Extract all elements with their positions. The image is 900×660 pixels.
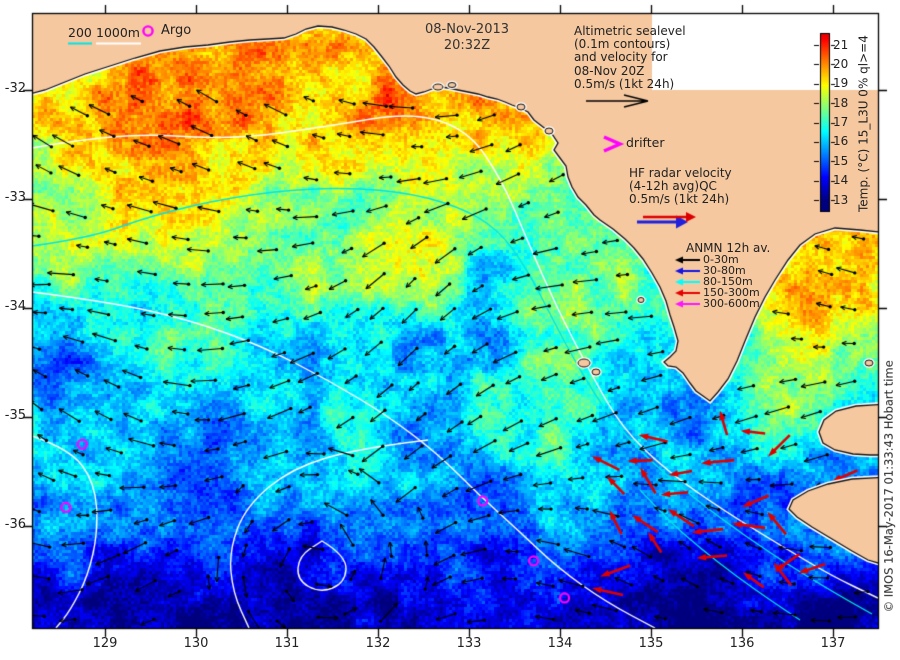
date-label: 08-Nov-2013 — [424, 22, 510, 37]
x-tick-label: 133 — [456, 636, 482, 651]
argo-label: Argo — [161, 23, 192, 38]
y-tick-label: -35 — [4, 408, 26, 423]
attribution-label: © IMOS 16-May-2017 01:33:43 Hobart time — [881, 360, 896, 613]
imos-sst-map-figure: 200 1000m Argo 08-Nov-2013 20:32Z Altime… — [0, 0, 900, 660]
colorbar-tick-label: 19 — [833, 76, 849, 91]
x-tick-label: 137 — [820, 636, 846, 651]
colorbar-tick-label: 13 — [833, 192, 849, 207]
x-tick-label: 136 — [729, 636, 755, 651]
colorbar-title: Temp. (°C) 15_L3U 0% ql>=4 — [856, 35, 871, 213]
map-canvas — [0, 0, 900, 660]
altimetric-line: 08-Nov 20Z — [574, 63, 645, 78]
colorbar-tick-label: 21 — [833, 37, 849, 52]
hf-radar-line: 0.5m/s (1kt 24h) — [629, 192, 730, 207]
altimetric-line: 0.5m/s (1kt 24h) — [574, 76, 675, 91]
x-tick-label: 134 — [547, 636, 573, 651]
hf-radar-annotation: HF radar velocity (4-12h avg)QC 0.5m/s (1k… — [629, 166, 732, 207]
drifter-label: drifter — [626, 135, 665, 150]
y-tick-label: -33 — [4, 190, 26, 205]
altimetric-annotation: Altimetric sealevel (0.1m contours) and ve… — [574, 24, 686, 91]
y-tick-label: -34 — [4, 299, 26, 314]
x-tick-label: 130 — [183, 636, 209, 651]
colorbar-tick-label: 16 — [833, 134, 849, 149]
colorbar-tick-label: 18 — [833, 95, 849, 110]
depth-1000-label: 1000m — [96, 25, 140, 40]
colorbar-tick-label: 15 — [833, 153, 849, 168]
time-label: 20:32Z — [443, 38, 491, 53]
colorbar-tick-label: 20 — [833, 56, 849, 71]
x-tick-label: 129 — [92, 636, 118, 651]
y-tick-label: -36 — [4, 517, 26, 532]
colorbar-tick-label: 17 — [833, 115, 849, 129]
colorbar-tick-label: 14 — [833, 173, 849, 188]
anmn-entry-label: 300-600m — [703, 297, 760, 310]
depth-200-label: 200 — [68, 25, 92, 40]
y-tick-label: -32 — [4, 81, 26, 96]
x-tick-label: 135 — [638, 636, 664, 651]
altimetric-line: and velocity for — [574, 50, 668, 65]
x-tick-label: 132 — [365, 636, 391, 651]
x-tick-label: 131 — [274, 636, 300, 651]
